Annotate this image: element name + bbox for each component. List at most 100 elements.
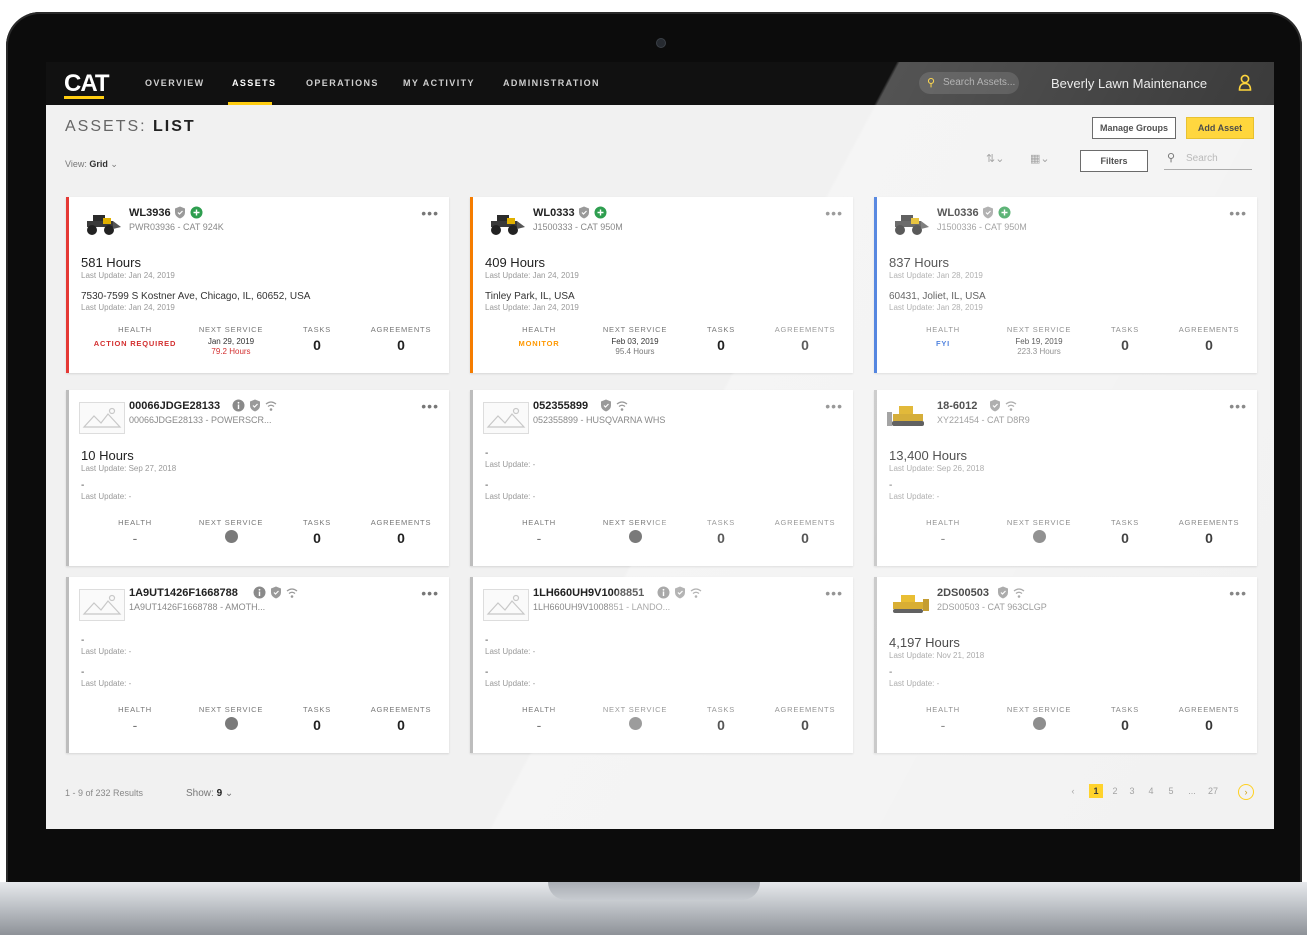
connected-status-icon[interactable] — [998, 206, 1011, 224]
asset-card[interactable]: WL0336 J1500336 - CAT 950M ••• 837 Hours Las… — [874, 197, 1257, 373]
tasks-count[interactable]: 0 — [1085, 530, 1165, 546]
agreements-count[interactable]: 0 — [361, 337, 441, 353]
tasks-count[interactable]: 0 — [681, 717, 761, 733]
asset-id[interactable]: 2DS00503 — [937, 587, 989, 599]
stat-label-health: HEALTH — [926, 518, 960, 527]
location-value: 60431, Joliet, IL, USA — [889, 291, 986, 302]
tasks-count[interactable]: 0 — [681, 337, 761, 353]
tasks-count[interactable]: 0 — [277, 530, 357, 546]
asset-card[interactable]: 1A9UT1426F1668788 1A9UT1426F1668788 - AMO… — [66, 577, 449, 753]
nav-operations[interactable]: OPERATIONS — [306, 78, 379, 88]
page-4[interactable]: 4 — [1144, 784, 1158, 798]
info-icon[interactable] — [253, 586, 266, 604]
shield-icon[interactable] — [600, 399, 612, 417]
page-27[interactable]: 27 — [1206, 784, 1220, 798]
info-icon[interactable] — [232, 399, 245, 417]
signal-icon[interactable] — [286, 586, 298, 604]
stat-label-tasks: TASKS — [302, 325, 332, 334]
add-asset-button[interactable]: Add Asset — [1186, 117, 1254, 139]
shield-icon[interactable] — [989, 399, 1001, 417]
info-icon[interactable] — [657, 586, 670, 604]
nav-my-activity[interactable]: MY ACTIVITY — [403, 78, 475, 88]
more-options-icon[interactable]: ••• — [825, 398, 843, 414]
page-3[interactable]: 3 — [1125, 784, 1139, 798]
stat-label-tasks: TASKS — [1110, 325, 1140, 334]
asset-card[interactable]: WL3936 PWR03936 - CAT 924K ••• 581 Hours Las… — [66, 197, 449, 373]
agreements-count[interactable]: 0 — [765, 530, 845, 546]
tasks-count[interactable]: 0 — [277, 717, 357, 733]
agreements-count[interactable]: 0 — [361, 530, 441, 546]
asset-id[interactable]: WL0333 — [533, 207, 575, 219]
more-options-icon[interactable]: ••• — [825, 205, 843, 221]
tasks-count[interactable]: 0 — [1085, 337, 1165, 353]
account-name[interactable]: Beverly Lawn Maintenance — [1051, 76, 1207, 91]
more-options-icon[interactable]: ••• — [825, 585, 843, 601]
page-2[interactable]: 2 — [1108, 784, 1122, 798]
shield-icon[interactable] — [174, 206, 186, 224]
asset-card[interactable]: 18-6012 XY221454 - CAT D8R9 ••• 13,400 Hour… — [874, 390, 1257, 566]
signal-icon[interactable] — [1013, 586, 1025, 604]
tasks-count[interactable]: 0 — [277, 337, 357, 353]
signal-icon[interactable] — [616, 399, 628, 417]
asset-id[interactable]: 00066JDGE28133 — [129, 400, 220, 412]
page-size-select[interactable]: Show: 9 ⌄ — [186, 788, 233, 799]
asset-id[interactable]: WL3936 — [129, 207, 171, 219]
screen: CAT OVERVIEW ASSETS OPERATIONS MY ACTIVI… — [46, 62, 1274, 829]
asset-card[interactable]: 00066JDGE28133 00066JDGE28133 - POWERSCR.… — [66, 390, 449, 566]
more-options-icon[interactable]: ••• — [421, 398, 439, 414]
shield-icon[interactable] — [249, 399, 261, 417]
more-options-icon[interactable]: ••• — [421, 205, 439, 221]
shield-icon[interactable] — [982, 206, 994, 224]
nav-assets[interactable]: ASSETS — [232, 78, 276, 88]
agreements-count[interactable]: 0 — [361, 717, 441, 733]
cat-logo[interactable]: CAT — [64, 70, 110, 98]
signal-icon[interactable] — [690, 586, 702, 604]
asset-id[interactable]: 052355899 — [533, 400, 588, 412]
next-page-icon[interactable]: › — [1238, 784, 1254, 800]
page-5[interactable]: 5 — [1164, 784, 1178, 798]
more-options-icon[interactable]: ••• — [1229, 205, 1247, 221]
top-nav: CAT OVERVIEW ASSETS OPERATIONS MY ACTIVI… — [46, 62, 1274, 105]
view-select[interactable]: View: Grid ⌄ — [65, 159, 118, 170]
stat-label-agreements: AGREEMENTS — [1178, 705, 1240, 714]
more-options-icon[interactable]: ••• — [1229, 398, 1247, 414]
page-1[interactable]: 1 — [1089, 784, 1103, 798]
shield-icon[interactable] — [674, 586, 686, 604]
group-toggle-icon[interactable]: ▦⌄ — [1030, 152, 1050, 165]
tasks-count[interactable]: 0 — [681, 530, 761, 546]
agreements-count[interactable]: 0 — [765, 337, 845, 353]
shield-icon[interactable] — [997, 586, 1009, 604]
previous-page-icon[interactable]: ‹ — [1066, 784, 1080, 798]
asset-search-input[interactable]: ⚲ Search Assets... — [919, 72, 1019, 94]
asset-card[interactable]: WL0333 J1500333 - CAT 950M ••• 409 Hours Las… — [470, 197, 853, 373]
image-placeholder-icon — [483, 402, 529, 434]
asset-id[interactable]: WL0336 — [937, 207, 979, 219]
user-icon[interactable] — [1238, 74, 1252, 91]
nav-overview[interactable]: OVERVIEW — [145, 78, 205, 88]
signal-icon[interactable] — [265, 399, 277, 417]
asset-card[interactable]: 1LH660UH9V1008851 1LH660UH9V1008851 - LAN… — [470, 577, 853, 753]
next-service-value: Feb 19, 2019 223.3 Hours — [999, 337, 1079, 357]
agreements-count[interactable]: 0 — [1169, 530, 1249, 546]
tasks-count[interactable]: 0 — [1085, 717, 1165, 733]
agreements-count[interactable]: 0 — [1169, 337, 1249, 353]
more-options-icon[interactable]: ••• — [421, 585, 439, 601]
asset-id[interactable]: 18-6012 — [937, 400, 977, 412]
manage-groups-button[interactable]: Manage Groups — [1092, 117, 1176, 139]
sort-icon[interactable]: ⇅⌄ — [986, 152, 1004, 165]
search-input[interactable]: ⚲ Search — [1164, 149, 1252, 170]
agreements-count[interactable]: 0 — [765, 717, 845, 733]
connected-status-icon[interactable] — [594, 206, 607, 224]
more-options-icon[interactable]: ••• — [1229, 585, 1247, 601]
shield-icon[interactable] — [578, 206, 590, 224]
asset-id[interactable]: 1A9UT1426F1668788 — [129, 587, 238, 599]
asset-id[interactable]: 1LH660UH9V1008851 — [533, 587, 644, 599]
nav-administration[interactable]: ADMINISTRATION — [503, 78, 600, 88]
shield-icon[interactable] — [270, 586, 282, 604]
asset-card[interactable]: 052355899 052355899 - HUSQVARNA WHS ••• - La… — [470, 390, 853, 566]
connected-status-icon[interactable] — [190, 206, 203, 224]
agreements-count[interactable]: 0 — [1169, 717, 1249, 733]
signal-icon[interactable] — [1005, 399, 1017, 417]
asset-card[interactable]: 2DS00503 2DS00503 - CAT 963CLGP ••• 4,197 H… — [874, 577, 1257, 753]
filters-button[interactable]: Filters — [1080, 150, 1148, 172]
